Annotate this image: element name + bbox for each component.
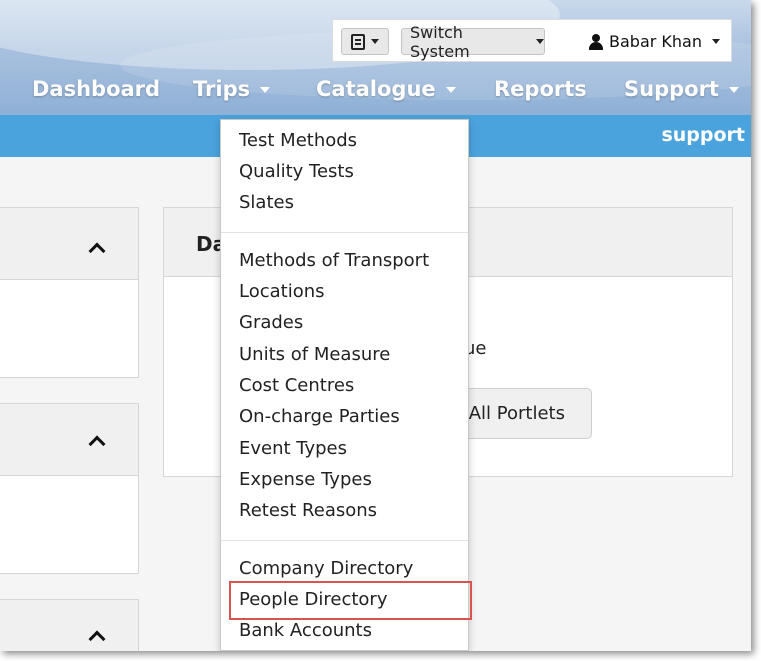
switch-system-button[interactable]: Switch System [401, 23, 545, 61]
catalogue-dropdown-menu: Test Methods Quality Tests Slates Method… [220, 119, 469, 651]
portlet-header [0, 404, 138, 476]
user-name: Babar Khan [609, 32, 702, 51]
user-menu[interactable]: Babar Khan [589, 28, 720, 55]
reload-button-label: l All Portlets [458, 403, 565, 424]
caret-down-icon [536, 39, 544, 44]
user-icon [589, 33, 603, 50]
nav-reports-label: Reports [494, 77, 587, 101]
nav-dashboard-label: Dashboard [32, 77, 161, 101]
nav-catalogue-label: Catalogue [316, 77, 436, 101]
switch-system-label: Switch System [410, 22, 470, 61]
portlet-header [0, 208, 138, 280]
menu-item-event-types[interactable]: Event Types [239, 438, 347, 459]
book-icon [351, 33, 365, 50]
header-banner: Switch System Babar Khan Dashboard Trips… [0, 0, 751, 115]
portlet-card-left-1 [0, 207, 139, 378]
support-link[interactable]: support [661, 124, 745, 146]
menu-item-on-charge-parties[interactable]: On-charge Parties [239, 406, 400, 427]
caret-down-icon [371, 39, 379, 44]
menu-item-cost-centres[interactable]: Cost Centres [239, 375, 354, 396]
caret-down-icon [260, 87, 271, 93]
nav-support[interactable]: Support [624, 76, 739, 102]
portlet-header [0, 600, 138, 651]
top-utility-bar: Switch System Babar Khan [332, 19, 732, 62]
menu-item-methods-of-transport[interactable]: Methods of Transport [239, 250, 429, 271]
menu-item-locations[interactable]: Locations [239, 281, 325, 302]
app-window: Switch System Babar Khan Dashboard Trips… [0, 0, 751, 651]
system-menu-button[interactable] [341, 28, 389, 55]
nav-support-label: Support [624, 77, 719, 101]
nav-trips[interactable]: Trips [193, 76, 271, 102]
menu-divider [221, 540, 468, 541]
nav-trips-label: Trips [193, 77, 251, 101]
nav-dashboard[interactable]: Dashboard [32, 76, 160, 102]
menu-item-bank-accounts[interactable]: Bank Accounts [239, 620, 372, 641]
portlet-card-left-2 [0, 403, 139, 574]
caret-down-icon [728, 87, 739, 93]
nav-catalogue[interactable]: Catalogue [316, 76, 456, 102]
menu-item-retest-reasons[interactable]: Retest Reasons [239, 500, 377, 521]
menu-divider [221, 232, 468, 233]
menu-item-company-directory[interactable]: Company Directory [239, 558, 413, 579]
portlet-card-left-3 [0, 599, 139, 651]
menu-item-test-methods[interactable]: Test Methods [239, 130, 357, 151]
menu-item-expense-types[interactable]: Expense Types [239, 469, 372, 490]
nav-reports[interactable]: Reports [494, 76, 587, 102]
menu-item-quality-tests[interactable]: Quality Tests [239, 161, 354, 182]
menu-item-slates[interactable]: Slates [239, 192, 294, 213]
caret-down-icon [711, 39, 720, 44]
highlight-annotation [229, 581, 472, 620]
menu-item-grades[interactable]: Grades [239, 312, 303, 333]
menu-item-units-of-measure[interactable]: Units of Measure [239, 344, 390, 365]
caret-down-icon [445, 87, 456, 93]
